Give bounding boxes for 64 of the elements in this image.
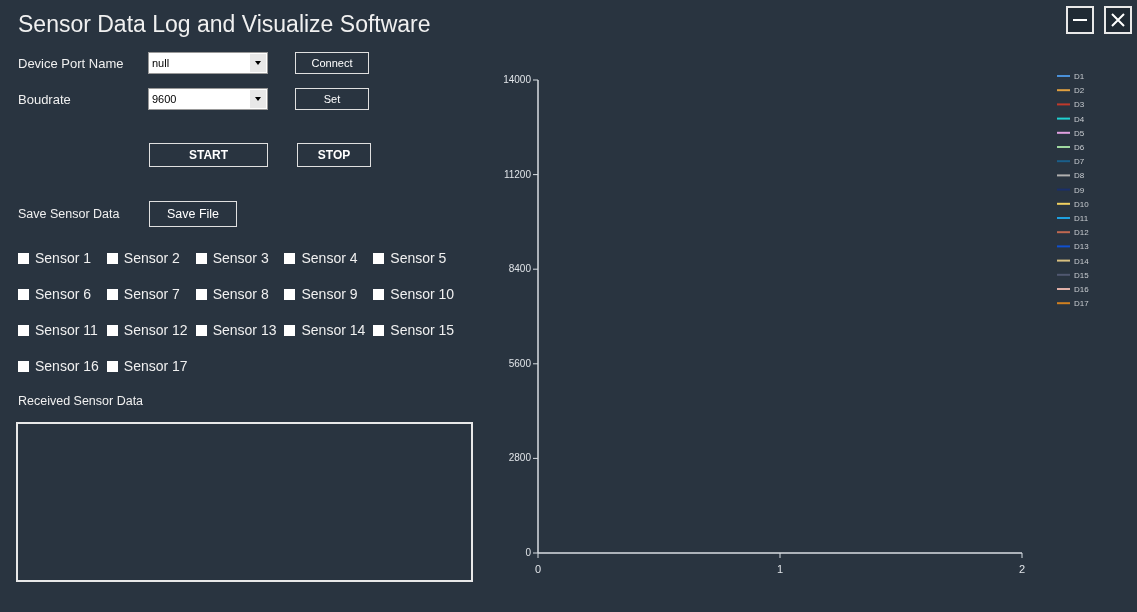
y-tick-label: 14000 xyxy=(503,74,531,85)
minimize-button[interactable] xyxy=(1066,6,1094,34)
sensor-checkbox[interactable]: Sensor 5 xyxy=(373,250,455,266)
sensor-checkbox[interactable]: Sensor 2 xyxy=(106,250,188,266)
sensor-checkbox[interactable]: Sensor 4 xyxy=(284,250,366,266)
window-title: Sensor Data Log and Visualize Software xyxy=(18,10,431,38)
legend-label: D1 xyxy=(1074,72,1085,81)
dropdown-button[interactable] xyxy=(250,90,266,108)
x-tick-label: 2 xyxy=(1018,563,1026,575)
received-data-field[interactable] xyxy=(16,422,473,582)
sensor-checkbox[interactable]: Sensor 10 xyxy=(373,286,455,302)
sensor-checkbox[interactable]: Sensor 11 xyxy=(18,322,99,338)
legend-label: D9 xyxy=(1074,185,1085,195)
sensor-checkbox[interactable]: Sensor 3 xyxy=(195,250,277,266)
sensor-checkbox[interactable]: Sensor 17 xyxy=(106,358,188,374)
legend-label: D7 xyxy=(1074,157,1085,167)
start-button[interactable]: START xyxy=(149,143,268,167)
save-label: Save Sensor Data xyxy=(18,207,121,221)
baudrate-dropdown[interactable]: 9600 xyxy=(148,88,268,110)
x-tick-label: 0 xyxy=(534,563,542,575)
sensor-checkbox[interactable]: Sensor 16 xyxy=(18,358,99,374)
legend-label: D4 xyxy=(1074,114,1085,124)
y-tick-label: 8400 xyxy=(508,263,531,275)
sensor-checkbox[interactable]: Sensor 13 xyxy=(195,322,277,338)
caret-icon xyxy=(255,61,261,65)
y-tick-label: 11200 xyxy=(503,168,531,180)
sensor-checkbox[interactable]: Sensor 8 xyxy=(195,286,277,302)
dropdown-button[interactable] xyxy=(250,54,266,72)
save-file-button[interactable]: Save File xyxy=(149,201,237,227)
sensor-checkbox[interactable]: Sensor 12 xyxy=(106,322,188,338)
legend-label: D3 xyxy=(1074,100,1085,110)
legend-label: D8 xyxy=(1074,171,1085,181)
legend-label: D15 xyxy=(1074,270,1089,280)
received-label: Received Sensor Data xyxy=(18,394,145,408)
caret-icon xyxy=(255,97,261,101)
legend-label: D11 xyxy=(1074,214,1089,223)
legend-label: D5 xyxy=(1074,128,1085,138)
sensor-checkbox[interactable]: Sensor 14 xyxy=(284,322,366,338)
port-label: Device Port Name xyxy=(18,55,125,71)
y-tick-label: 0 xyxy=(525,547,531,558)
port-dropdown[interactable]: null xyxy=(148,52,268,74)
minimize-icon xyxy=(1073,18,1087,22)
connect-button[interactable]: Connect xyxy=(295,52,369,74)
sensor-checkbox[interactable]: Sensor 9 xyxy=(284,286,366,302)
y-tick-label: 2800 xyxy=(508,452,531,464)
y-tick-label: 5600 xyxy=(508,357,531,369)
close-button[interactable] xyxy=(1104,6,1132,34)
sensor-checkbox[interactable]: Sensor 7 xyxy=(106,286,188,302)
legend-label: D6 xyxy=(1074,143,1085,152)
set-button[interactable]: Set xyxy=(295,88,369,110)
stop-button[interactable]: STOP xyxy=(297,143,371,167)
sensor-checkbox[interactable]: Sensor 1 xyxy=(18,250,99,266)
legend-label: D14 xyxy=(1074,256,1089,266)
sensor-checkbox[interactable]: Sensor 6 xyxy=(18,286,99,302)
baudrate-label: Boudrate xyxy=(18,91,72,107)
legend-label: D16 xyxy=(1074,285,1089,294)
legend-label: D12 xyxy=(1074,228,1089,238)
close-icon xyxy=(1111,13,1125,27)
legend-label: D10 xyxy=(1074,199,1089,209)
x-tick-label: 1 xyxy=(776,563,784,575)
legend-label: D2 xyxy=(1074,86,1085,96)
legend-label: D13 xyxy=(1074,242,1089,252)
legend-label: D17 xyxy=(1074,299,1089,309)
sensor-checkbox[interactable]: Sensor 15 xyxy=(373,322,455,338)
